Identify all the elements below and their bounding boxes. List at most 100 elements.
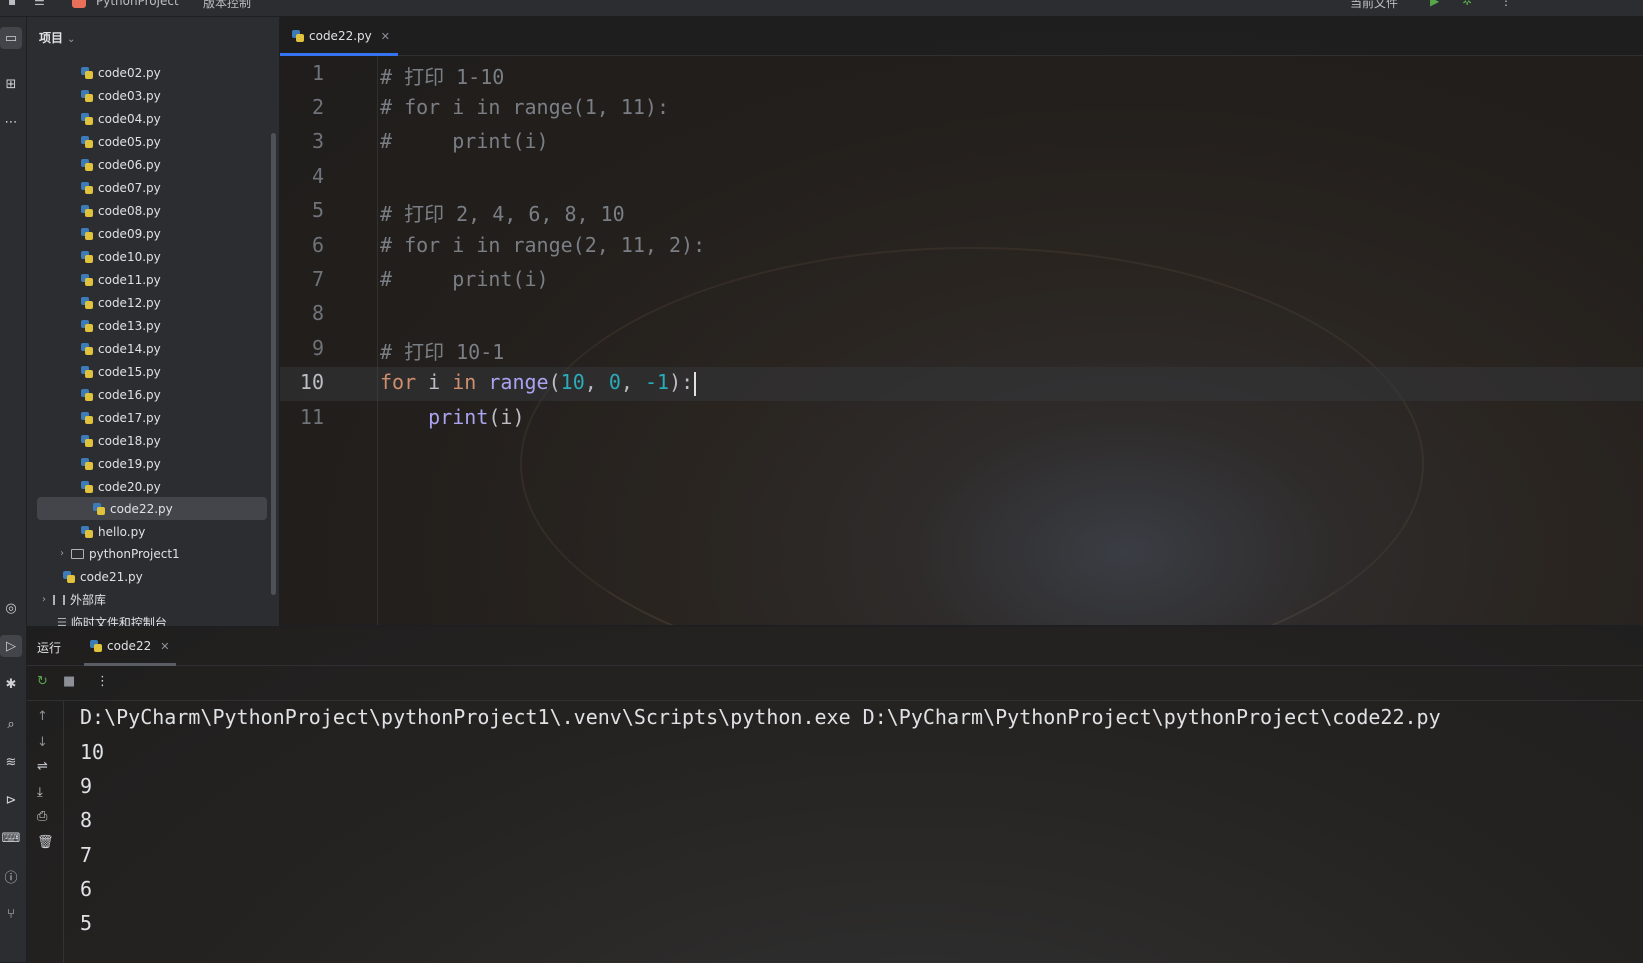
debug-tool-icon[interactable]: ✱	[0, 673, 22, 695]
code-line: # 打印 1-10	[380, 65, 505, 89]
run-config-selector[interactable]: 当前文件	[1350, 0, 1398, 11]
python-file-icon	[63, 570, 75, 583]
tree-file-label: hello.py	[98, 524, 146, 539]
soft-wrap-icon[interactable]: ⇌	[37, 759, 48, 774]
more-tools-icon[interactable]: ⋯	[0, 111, 22, 133]
chevron-right-icon[interactable]: ›	[37, 594, 51, 605]
editor-tab-label: code22.py	[309, 29, 372, 43]
line-number: 7	[311, 267, 324, 291]
line-number: 2	[311, 95, 324, 119]
tree-file-selected[interactable]: code22.py	[37, 497, 267, 520]
code-line: # 打印 2, 4, 6, 8, 10	[380, 202, 625, 226]
python-file-icon	[81, 66, 93, 79]
console-output-line: 9	[80, 774, 93, 798]
python-file-icon	[292, 30, 304, 42]
chevron-right-icon[interactable]: ›	[55, 548, 69, 559]
vcs-icon[interactable]: ⑂	[0, 903, 22, 925]
tree-file[interactable]: hello.py	[27, 520, 279, 543]
stop-icon[interactable]: ■	[63, 674, 75, 689]
editor[interactable]: code22.py ✕ 1 2 3 4 5 6 7 8 9 10 11 # 打印…	[280, 17, 1643, 625]
close-icon[interactable]: ✕	[381, 30, 390, 43]
terminal-icon[interactable]: ⌨	[0, 827, 22, 849]
project-folder-icon[interactable]: ▭	[0, 27, 22, 49]
tree-file[interactable]: code07.py	[27, 176, 279, 199]
line-number: 6	[311, 233, 324, 257]
tree-file-label: code13.py	[98, 318, 161, 333]
debug-icon[interactable]: ✲	[1462, 0, 1472, 8]
title-bar: ▪ ☰ PythonProject 版本控制 当前文件 ▶ ✲ ⋮	[0, 0, 1643, 17]
tree-external-libraries[interactable]: › 外部库	[27, 588, 265, 611]
tree-file[interactable]: code11.py	[27, 268, 279, 291]
python-file-icon	[81, 388, 93, 401]
main-menu-icon[interactable]: ☰	[34, 0, 45, 8]
python-file-icon	[81, 135, 93, 148]
run-side-toolbar: ↑ ↓ ⇌ ⤓ ⎙ 🗑	[27, 701, 64, 963]
python-console-icon[interactable]: ◎	[0, 597, 22, 619]
python-file-icon	[90, 640, 102, 652]
tree-file[interactable]: code17.py	[27, 406, 279, 429]
tree-file[interactable]: code03.py	[27, 84, 279, 107]
tree-file[interactable]: code19.py	[27, 452, 279, 475]
tree-file[interactable]: code18.py	[27, 429, 279, 452]
tree-file[interactable]: code20.py	[27, 475, 279, 498]
layers-icon[interactable]: ≋	[0, 751, 22, 773]
tree-file[interactable]: code16.py	[27, 383, 279, 406]
up-arrow-icon[interactable]: ↑	[37, 709, 48, 724]
tree-file[interactable]: code15.py	[27, 360, 279, 383]
tree-file[interactable]: code04.py	[27, 107, 279, 130]
project-panel-header[interactable]: 项目 ⌄	[39, 29, 75, 46]
project-name[interactable]: PythonProject	[96, 0, 179, 8]
tree-file[interactable]: code21.py	[27, 565, 279, 588]
python-file-icon	[81, 457, 93, 470]
print-icon[interactable]: ⎙	[37, 809, 47, 824]
code-line-current: for i in range(10, 0, -1):	[380, 370, 697, 396]
python-file-icon	[81, 365, 93, 378]
folder-icon	[71, 548, 84, 559]
tree-file[interactable]: code14.py	[27, 337, 279, 360]
more-icon[interactable]: ⋮	[96, 674, 109, 689]
services-icon[interactable]: ⊳	[0, 789, 22, 811]
rerun-icon[interactable]: ↻	[37, 674, 48, 689]
tree-file[interactable]: code08.py	[27, 199, 279, 222]
library-icon	[53, 594, 65, 605]
more-actions-icon[interactable]: ⋮	[1500, 0, 1512, 8]
tree-file[interactable]: code06.py	[27, 153, 279, 176]
code-line: # for i in range(2, 11, 2):	[380, 233, 706, 257]
run-tool-icon[interactable]: ▷	[0, 635, 22, 657]
down-arrow-icon[interactable]: ↓	[37, 735, 48, 750]
tree-folder[interactable]: › pythonProject1	[27, 542, 279, 565]
python-file-icon	[81, 411, 93, 424]
tree-file-label: code11.py	[98, 272, 161, 287]
tree-file[interactable]: code12.py	[27, 291, 279, 314]
code-line: # print(i)	[380, 129, 549, 153]
tree-file-label: code07.py	[98, 180, 161, 195]
tree-file[interactable]: code10.py	[27, 245, 279, 268]
vcs-widget[interactable]: 版本控制	[203, 0, 251, 11]
python-file-icon	[81, 204, 93, 217]
code-line: # 打印 10-1	[380, 340, 505, 364]
trash-icon[interactable]: 🗑	[37, 835, 54, 850]
run-tab[interactable]: code22 ✕	[84, 627, 176, 666]
problems-icon[interactable]: ⓘ	[0, 865, 22, 887]
python-file-icon	[81, 319, 93, 332]
tree-file[interactable]: code09.py	[27, 222, 279, 245]
tree-file[interactable]: code02.py	[27, 61, 279, 84]
scroll-to-end-icon[interactable]: ⤓	[37, 785, 43, 800]
tree-file[interactable]: code05.py	[27, 130, 279, 153]
project-panel-title: 项目	[39, 31, 64, 45]
chevron-down-icon[interactable]: ⌄	[67, 34, 75, 45]
console-output-line: 5	[80, 911, 93, 935]
python-file-icon	[81, 434, 93, 447]
structure-icon[interactable]: ⊞	[0, 73, 22, 95]
run-icon[interactable]: ▶	[1430, 0, 1439, 8]
close-icon[interactable]: ✕	[160, 640, 169, 653]
tree-file-label: code19.py	[98, 456, 161, 471]
tree-file[interactable]: code13.py	[27, 314, 279, 337]
python-file-icon	[81, 525, 93, 538]
tree-file-label: code03.py	[98, 88, 161, 103]
line-number: 8	[311, 301, 324, 325]
search-icon[interactable]: ⌕	[0, 713, 22, 735]
run-tool-window: 运行 code22 ✕ ↻ ■ ⋮ ↑ ↓ ⇌ ⤓ ⎙ 🗑 D:\PyCharm…	[27, 626, 1643, 963]
project-scrollbar[interactable]	[271, 133, 276, 595]
editor-tab[interactable]: code22.py ✕	[280, 17, 398, 56]
